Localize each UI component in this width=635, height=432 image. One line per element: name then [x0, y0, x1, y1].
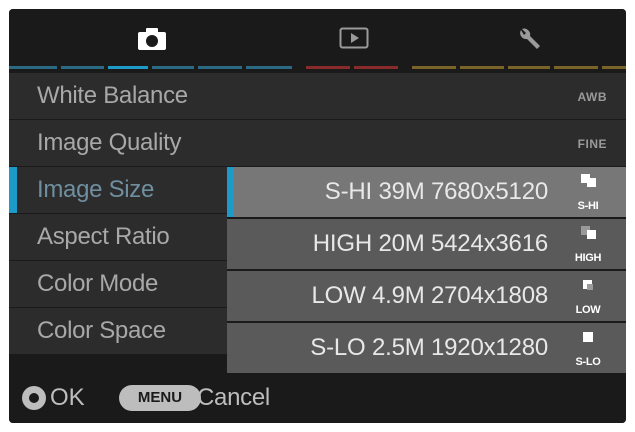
menu-item-label: Image Quality [37, 129, 182, 156]
tab-segment [61, 66, 104, 69]
tab-segment [306, 66, 350, 69]
option-label: S-LO 2.5M 1920x1280 [310, 334, 548, 361]
menu-item-label: Color Space [37, 317, 166, 344]
tab-segment [198, 66, 242, 69]
tab-segment [246, 66, 292, 69]
tab-segment [554, 66, 598, 69]
menu-item-label: White Balance [37, 82, 188, 109]
tab-segment-active [108, 66, 148, 69]
image-size-option-s-hi[interactable]: S-HI 39M 7680x5120 S-HI [227, 167, 626, 217]
icon-tag: S-LO [575, 356, 601, 368]
option-label: S-HI 39M 7680x5120 [324, 178, 548, 205]
icon-tag: LOW [575, 304, 601, 316]
tab-segment [354, 66, 398, 69]
menu-tab-bar [9, 9, 626, 77]
menu-item-value: AWB [577, 90, 607, 104]
tab-segment [508, 66, 550, 69]
tab-segment [152, 66, 194, 69]
camera-menu-screen: White Balance AWB Image Quality FINE Ima… [9, 9, 626, 423]
ok-label: OK [50, 384, 85, 411]
menu-item-label: Image Size [37, 176, 155, 203]
menu-item-label: Aspect Ratio [37, 223, 170, 250]
tab-indicator-line [9, 66, 626, 69]
tab-segment [412, 66, 456, 69]
image-size-dropdown: S-HI 39M 7680x5120 S-HI HIGH 20M 5424x36… [227, 167, 626, 373]
camera-icon[interactable] [137, 27, 167, 56]
image-size-option-low[interactable]: LOW 4.9M 2704x1808 LOW [227, 271, 626, 321]
icon-tag: HIGH [574, 252, 602, 264]
ok-button-icon[interactable] [22, 386, 46, 410]
size-high-icon: HIGH [568, 226, 608, 264]
option-selected-accent [227, 167, 234, 217]
image-size-option-high[interactable]: HIGH 20M 5424x3616 HIGH [227, 219, 626, 269]
menu-item-image-quality[interactable]: Image Quality FINE [9, 120, 626, 167]
playback-icon[interactable] [339, 27, 369, 54]
tab-segment [602, 66, 626, 69]
button-guide-bar: OK MENU Cancel [9, 373, 626, 423]
icon-tag: S-HI [577, 200, 599, 212]
menu-item-label: Color Mode [37, 270, 159, 297]
menu-button-icon[interactable]: MENU [119, 385, 201, 411]
size-s-lo-icon: S-LO [568, 330, 608, 368]
menu-item-value: FINE [577, 137, 607, 151]
selection-indicator [9, 167, 17, 213]
menu-item-white-balance[interactable]: White Balance AWB [9, 73, 626, 120]
image-size-option-s-lo[interactable]: S-LO 2.5M 1920x1280 S-LO [227, 323, 626, 373]
option-label: HIGH 20M 5424x3616 [312, 230, 548, 257]
size-low-icon: LOW [568, 278, 608, 316]
tab-segment [9, 66, 57, 69]
wrench-icon[interactable] [515, 27, 543, 58]
tab-segment [460, 66, 504, 69]
option-label: LOW 4.9M 2704x1808 [311, 282, 548, 309]
size-s-hi-icon: S-HI [568, 174, 608, 212]
cancel-label: Cancel [197, 384, 270, 411]
